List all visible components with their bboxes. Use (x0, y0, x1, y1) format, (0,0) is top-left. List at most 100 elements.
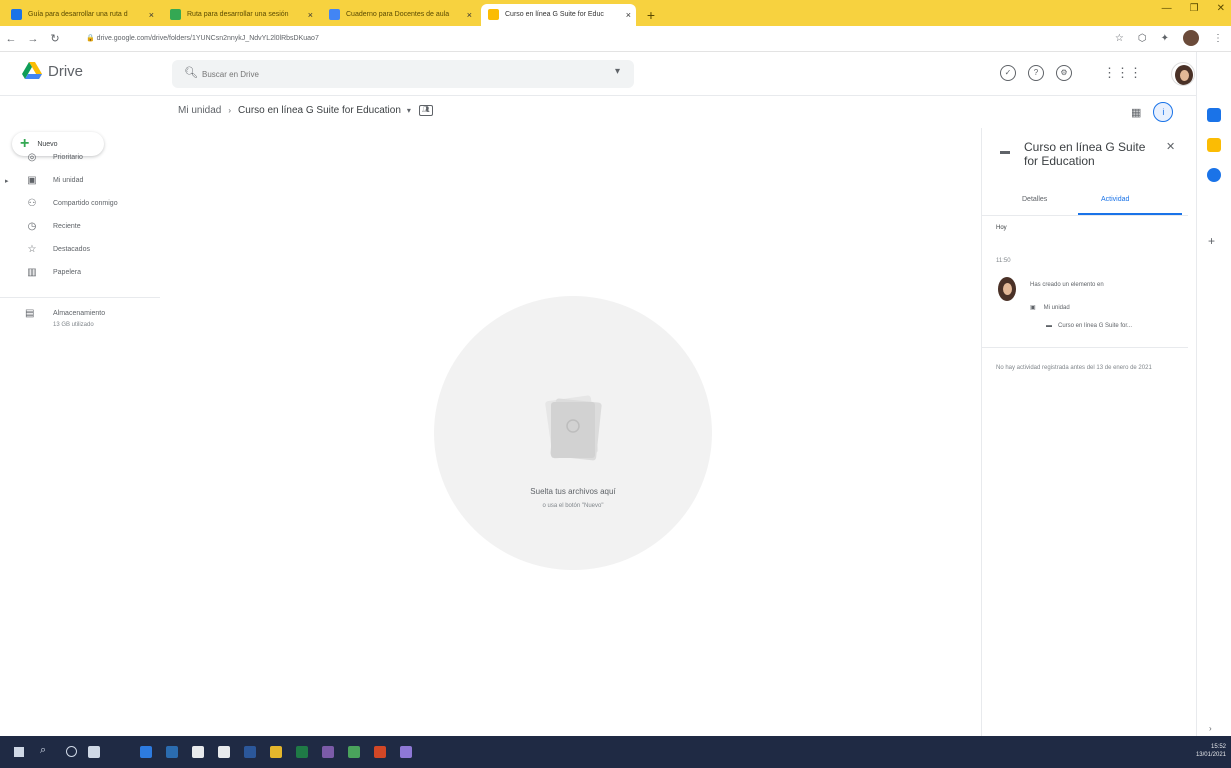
offline-status-icon[interactable]: ✓ (1000, 65, 1016, 81)
browser-profile-icon[interactable] (1183, 30, 1199, 46)
activity-item-name: Curso en línea G Suite for... (1058, 323, 1133, 329)
google-apps-icon[interactable]: ⋮⋮⋮ (1103, 65, 1142, 81)
docs-favicon-icon (11, 9, 22, 20)
excel-icon[interactable] (296, 746, 308, 758)
browser-tab-active[interactable]: Curso en línea G Suite for Educ × (481, 4, 636, 26)
recent-icon: ◷ (27, 221, 37, 232)
keep-icon[interactable] (1207, 138, 1221, 152)
browser-tab[interactable]: Guía para desarrollar una ruta d × (4, 4, 159, 26)
taskbar-clock[interactable]: 15:52 13/01/2021 (1188, 743, 1226, 759)
info-icon[interactable]: i (1153, 102, 1174, 122)
star-icon: ☆ (27, 244, 37, 255)
browser-tab[interactable]: Ruta para desarrollar una sesión × (163, 4, 318, 26)
new-tab-button[interactable]: + (640, 4, 662, 26)
screen: Guía para desarrollar una ruta d × Ruta … (0, 0, 1231, 768)
drive-logo[interactable]: Drive (22, 62, 83, 80)
breadcrumb-root[interactable]: Mi unidad (178, 105, 221, 116)
account-avatar[interactable] (1171, 62, 1195, 86)
minimize-icon[interactable]: — (1162, 3, 1172, 14)
empty-state-title: Suelta tus archivos aquí (530, 487, 616, 496)
my-drive-icon: ▣ (27, 175, 37, 186)
activity-time: 11:50 (996, 258, 1011, 264)
close-window-icon[interactable]: ✕ (1217, 3, 1225, 14)
sidebar-item-label: Papelera (53, 269, 82, 276)
word-icon[interactable] (244, 746, 256, 758)
puzzle-icon[interactable]: ✦ (1161, 33, 1169, 44)
tab-title: Guía para desarrollar una ruta d (28, 11, 128, 18)
sidebar-item-starred[interactable]: ☆ Destacados (0, 238, 160, 261)
close-tab-icon[interactable]: × (308, 4, 313, 26)
empty-folder-illustration-icon (545, 395, 602, 461)
breadcrumb-current[interactable]: Curso en línea G Suite for Education (238, 105, 401, 116)
windows-start-icon[interactable] (14, 747, 24, 757)
powerpoint-icon[interactable] (374, 746, 386, 758)
sidebar-item-label: Reciente (53, 223, 81, 230)
activity-item[interactable]: ▬ Curso en línea G Suite for... (1046, 323, 1132, 329)
chrome-icon[interactable] (270, 746, 282, 758)
browser-tab[interactable]: Cuaderno para Docentes de aula × (322, 4, 477, 26)
activity-note: No hay actividad registrada antes del 13… (996, 365, 1152, 371)
sidebar-item-trash[interactable]: ▥ Papelera (0, 261, 160, 284)
edge-icon[interactable] (140, 746, 152, 758)
my-drive-icon: ▣ (1030, 305, 1036, 311)
activity-location[interactable]: ▣ Mi unidad (1030, 304, 1070, 312)
chevron-right-icon[interactable]: › (1209, 724, 1212, 733)
drive-header: Drive 🔍︎ ▾ ✓ ? ⚙ ⋮⋮⋮ (0, 52, 1196, 96)
side-panel-rail: + › (1196, 52, 1231, 736)
task-view-icon[interactable] (88, 746, 100, 758)
browser-menu-icon[interactable]: ⋮ (1213, 33, 1223, 44)
sidebar-item-priority[interactable]: ◎ Prioritario (0, 146, 160, 169)
maximize-icon[interactable]: ❐ (1190, 3, 1199, 14)
store-icon[interactable] (192, 746, 204, 758)
help-icon[interactable]: ? (1028, 65, 1044, 81)
bookmark-star-icon[interactable]: ☆ (1115, 33, 1124, 44)
chevron-down-icon[interactable]: ▾ (407, 106, 411, 115)
drive-search[interactable]: 🔍︎ ▾ (172, 60, 634, 88)
close-icon[interactable]: ✕ (1166, 140, 1175, 153)
tab-activity[interactable]: Actividad (1101, 196, 1129, 203)
cortana-icon[interactable] (66, 746, 77, 757)
close-tab-icon[interactable]: × (467, 4, 472, 26)
add-addon-icon[interactable]: + (1208, 234, 1215, 248)
reload-icon[interactable]: ↻ (44, 32, 66, 45)
mail-icon[interactable] (218, 746, 230, 758)
back-icon[interactable]: ← (0, 33, 22, 45)
forward-icon[interactable]: → (22, 33, 44, 45)
tasks-icon[interactable] (1207, 168, 1221, 182)
sidebar-nav: ◎ Prioritario ▸ ▣ Mi unidad ⚇ Compartido… (0, 146, 160, 284)
settings-icon[interactable]: ⚙ (1056, 65, 1072, 81)
close-tab-icon[interactable]: × (149, 4, 154, 26)
avatar (996, 276, 1018, 302)
chevron-right-icon: › (228, 106, 232, 115)
calendar-icon[interactable] (1207, 108, 1221, 122)
close-tab-icon[interactable]: × (626, 4, 631, 26)
sidebar-item-shared[interactable]: ⚇ Compartido conmigo (0, 192, 160, 215)
address-bar: ← → ↻ 🔒 drive.google.com/drive/folders/1… (0, 26, 1231, 52)
maps-icon[interactable] (400, 746, 412, 758)
file-explorer-icon[interactable] (166, 746, 178, 758)
browser-extensions: ☆ ⬡ ✦ ⋮ (1115, 30, 1223, 46)
drive-favicon-icon (488, 9, 499, 20)
search-icon[interactable]: 🔍︎ (184, 66, 198, 79)
sidebar-divider (0, 297, 160, 298)
shared-icon: ⚇ (27, 198, 37, 209)
sidebar-item-my-drive[interactable]: ▸ ▣ Mi unidad (0, 169, 160, 192)
expand-arrow-icon[interactable]: ▸ (5, 177, 9, 185)
tab-details[interactable]: Detalles (1022, 196, 1047, 203)
drive-logo-icon (22, 62, 42, 79)
grid-view-icon[interactable]: ▦ (1131, 106, 1141, 119)
search-options-icon[interactable]: ▾ (615, 66, 620, 77)
url-field[interactable]: 🔒 drive.google.com/drive/folders/1YUNCsn… (76, 30, 896, 48)
browser-tab-strip: Guía para desarrollar una ruta d × Ruta … (0, 0, 1231, 26)
sidebar-item-recent[interactable]: ◷ Reciente (0, 215, 160, 238)
search-icon[interactable]: ⌕ (40, 744, 46, 757)
search-input[interactable] (202, 66, 562, 82)
header-icons: ✓ ? ⚙ (1000, 65, 1072, 81)
shared-folder-icon[interactable]: 👥︎ (418, 105, 433, 116)
details-tabs: Detalles Actividad (982, 190, 1188, 216)
chrome-profile-icon[interactable] (348, 746, 360, 758)
tab-title: Curso en línea G Suite for Educ (505, 11, 604, 18)
extension-icon[interactable]: ⬡ (1138, 33, 1147, 44)
window-controls: — ❐ ✕ (1162, 3, 1225, 14)
photos-icon[interactable] (322, 746, 334, 758)
